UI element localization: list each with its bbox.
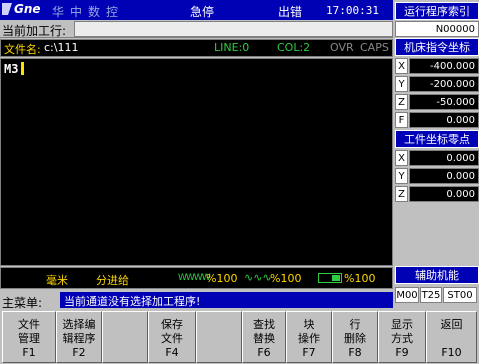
fkey-f6-find-replace[interactable]: 查找 替换 F6 — [242, 311, 286, 363]
axis-value: 0.000 — [409, 186, 479, 202]
axis-value: -200.000 — [409, 76, 479, 92]
fkey-f7-block-operation[interactable]: 块 操作 F7 — [286, 311, 332, 363]
machine-feed: F 0.000 — [395, 112, 479, 128]
fkey-label: 删除 — [344, 332, 366, 345]
program-number: N00000 — [395, 21, 479, 37]
fkey-label: 返回 — [440, 318, 463, 331]
logo-text: Gne — [14, 2, 41, 16]
aux-functions-header: 辅助机能 — [395, 266, 479, 284]
machine-coords-header: 机床指令坐标 — [395, 38, 479, 56]
feed-mode-indicator: 分进给 — [96, 274, 129, 287]
main-menu-message: 当前通道没有选择加工程序! — [60, 292, 393, 308]
hnc-logo: Gne — [2, 2, 48, 18]
axis-value: -50.000 — [409, 94, 479, 110]
fkey-f3-empty[interactable] — [102, 311, 148, 363]
aux-st-code: ST00 — [443, 287, 477, 303]
axis-value: 0.000 — [409, 150, 479, 166]
fkey-f1-file-manage[interactable]: 文件 管理 F1 — [2, 311, 56, 363]
editor-text[interactable]: M3 — [4, 62, 18, 76]
axis-value: 0.000 — [409, 112, 479, 128]
axis-value: -400.000 — [409, 58, 479, 74]
axis-label: Z — [395, 94, 408, 110]
fkey-number: F10 — [441, 346, 462, 359]
fkey-number: F7 — [302, 346, 316, 359]
line-indicator: LINE:0 — [214, 41, 250, 54]
fkey-f5-empty[interactable] — [196, 311, 242, 363]
work-zero-y: Y 0.000 — [395, 168, 479, 184]
spindle-override-value: %100 — [270, 272, 302, 285]
column-indicator: COL:2 — [277, 41, 311, 54]
clock: 17:00:31 — [326, 4, 379, 17]
caps-indicator: CAPS — [360, 41, 389, 54]
current-line-field — [74, 21, 393, 37]
current-line-label: 当前加工行: — [2, 24, 67, 38]
work-zero-header: 工件坐标零点 — [395, 130, 479, 148]
axis-label: Z — [395, 186, 408, 202]
file-name-label: 文件名: — [4, 43, 41, 56]
fkey-f8-delete-line[interactable]: 行 删除 F8 — [332, 311, 378, 363]
file-name-value: c:\111 — [44, 41, 79, 54]
fkey-number: F9 — [395, 346, 409, 359]
axis-value: 0.000 — [409, 168, 479, 184]
fkey-f4-save-file[interactable]: 保存 文件 F4 — [148, 311, 196, 363]
fkey-number: F2 — [72, 346, 86, 359]
rapid-override-icon — [318, 273, 344, 283]
fkey-number: F8 — [348, 346, 362, 359]
rapid-override-value: %100 — [344, 272, 376, 285]
fkey-label: 方式 — [391, 332, 413, 345]
fkey-label: 替换 — [253, 332, 275, 345]
aux-m-code: M00 — [395, 287, 419, 303]
program-index-header: 运行程序索引 — [395, 2, 479, 20]
axis-label: Y — [395, 168, 408, 184]
aux-t-code: T25 — [420, 287, 442, 303]
machine-coord-x: X -400.000 — [395, 58, 479, 74]
error-status: 出错 — [278, 5, 303, 19]
fkey-label: 文件 — [161, 332, 183, 345]
fkey-label: 管理 — [18, 332, 40, 345]
fkey-number: F6 — [257, 346, 271, 359]
logo-mark-icon — [2, 3, 12, 15]
fkey-number: F1 — [22, 346, 36, 359]
feed-override-icon: WWWW — [178, 273, 211, 283]
main-menu-label: 主菜单: — [2, 296, 43, 310]
axis-label: X — [395, 150, 408, 166]
program-editor[interactable] — [0, 58, 393, 266]
fkey-number: F4 — [165, 346, 179, 359]
work-zero-x: X 0.000 — [395, 150, 479, 166]
axis-label: F — [395, 112, 408, 128]
fkey-label: 辑程序 — [62, 332, 96, 345]
unit-indicator: 毫米 — [46, 274, 68, 287]
fkey-label: 操作 — [298, 332, 320, 345]
work-zero-z: Z 0.000 — [395, 186, 479, 202]
text-cursor — [21, 62, 24, 75]
fkey-f9-display-mode[interactable]: 显示 方式 F9 — [378, 311, 426, 363]
overwrite-indicator: OVR — [330, 41, 354, 54]
machine-coord-z: Z -50.000 — [395, 94, 479, 110]
spindle-override-icon: ∿∿∿ — [244, 271, 272, 284]
brand-name: 华中数控 — [52, 5, 125, 19]
axis-label: Y — [395, 76, 408, 92]
machine-coord-y: Y -200.000 — [395, 76, 479, 92]
emergency-stop-status: 急停 — [190, 5, 215, 19]
feed-override-value: %100 — [206, 272, 238, 285]
fkey-f2-select-program[interactable]: 选择编 辑程序 F2 — [56, 311, 102, 363]
fkey-f10-return[interactable]: 返回 F10 — [426, 311, 477, 363]
axis-label: X — [395, 58, 408, 74]
